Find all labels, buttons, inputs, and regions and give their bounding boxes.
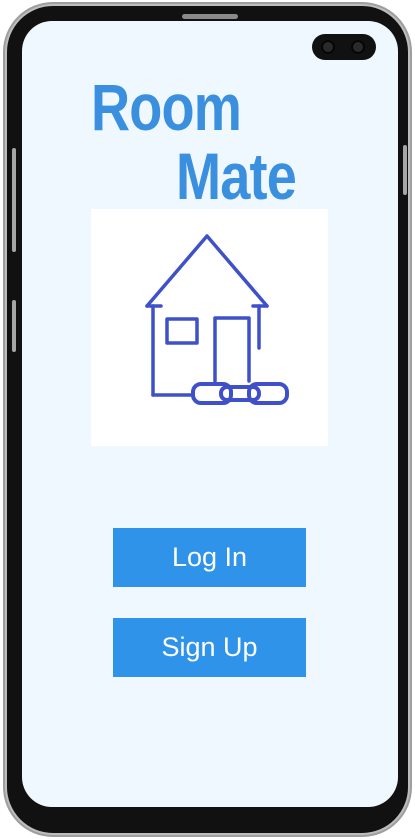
front-camera (312, 34, 376, 60)
signup-button[interactable]: Sign Up (113, 618, 306, 677)
volume-button (12, 148, 16, 252)
chain-icon (191, 382, 289, 405)
app-title-line-1: Room (91, 70, 242, 144)
power-button (403, 145, 407, 195)
speaker-slit (182, 14, 238, 19)
app-title-line-2: Mate (176, 139, 297, 213)
bixby-button (12, 300, 16, 352)
house-with-chain-icon (145, 234, 289, 405)
app-logo (91, 209, 328, 446)
login-button[interactable]: Log In (113, 528, 306, 587)
camera-lens-icon (351, 40, 365, 54)
app-screen: Room Mate Log In Sign Up (22, 21, 398, 807)
camera-lens-icon (321, 40, 335, 54)
